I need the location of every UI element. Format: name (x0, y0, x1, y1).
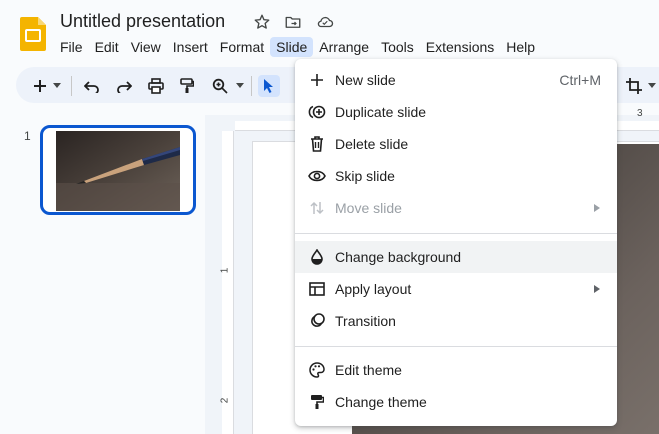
menu-item-label: New slide (335, 72, 396, 88)
menu-tools[interactable]: Tools (375, 37, 420, 57)
submenu-arrow-icon (593, 284, 601, 294)
submenu-arrow-icon (593, 203, 601, 213)
star-icon[interactable] (252, 12, 272, 32)
menu-item-label: Move slide (335, 200, 402, 216)
paint-format-icon[interactable] (176, 75, 198, 97)
menu-file[interactable]: File (54, 37, 89, 57)
add-icon[interactable] (29, 75, 51, 97)
menu-bar: File Edit View Insert Format Slide Arran… (54, 36, 541, 58)
transition-icon (307, 311, 327, 331)
duplicate-icon (307, 102, 327, 122)
ruler-mark: 3 (637, 108, 643, 119)
menu-item-skip-slide[interactable]: Skip slide (295, 160, 617, 192)
menu-item-change-theme[interactable]: Change theme (295, 386, 617, 418)
slide-number: 1 (24, 129, 31, 143)
layout-icon (307, 279, 327, 299)
menu-item-label: Delete slide (335, 136, 409, 152)
zoom-icon[interactable] (209, 75, 231, 97)
eye-icon (307, 166, 327, 186)
paint-roller-icon (307, 392, 327, 412)
crop-icon[interactable] (623, 75, 645, 97)
ruler-mark: 2 (219, 397, 231, 404)
menu-item-move-slide[interactable]: Move slide (295, 192, 617, 224)
cloud-saved-icon[interactable] (315, 12, 335, 32)
menu-item-new-slide[interactable]: New slide Ctrl+M (295, 64, 617, 96)
menu-item-label: Change theme (335, 394, 427, 410)
toolbar-divider (71, 76, 72, 96)
dropdown-arrow-icon[interactable] (234, 75, 246, 97)
menu-item-transition[interactable]: Transition (295, 305, 617, 337)
slides-logo[interactable] (20, 17, 46, 51)
ruler-mark: 1 (219, 267, 231, 274)
fill-drop-icon (307, 247, 327, 267)
menu-item-label: Transition (335, 313, 396, 329)
move-icon (307, 198, 327, 218)
undo-icon[interactable] (81, 75, 103, 97)
menu-item-change-background[interactable]: Change background (295, 241, 617, 273)
shortcut-hint: Ctrl+M (559, 72, 601, 88)
redo-icon[interactable] (113, 75, 135, 97)
menu-item-label: Change background (335, 249, 462, 265)
menu-view[interactable]: View (125, 37, 167, 57)
pencil-photo-thumbnail (56, 131, 180, 211)
slide-menu-dropdown: New slide Ctrl+M Duplicate slide Delete … (295, 59, 617, 426)
menu-slide[interactable]: Slide (270, 37, 314, 57)
menu-edit[interactable]: Edit (89, 37, 125, 57)
menu-item-label: Edit theme (335, 362, 402, 378)
menu-divider (295, 346, 617, 347)
menu-item-delete-slide[interactable]: Delete slide (295, 128, 617, 160)
print-icon[interactable] (145, 75, 167, 97)
move-folder-icon[interactable] (283, 12, 303, 32)
palette-icon (307, 360, 327, 380)
menu-format[interactable]: Format (214, 37, 270, 57)
menu-item-edit-theme[interactable]: Edit theme (295, 354, 617, 386)
menu-item-duplicate-slide[interactable]: Duplicate slide (295, 96, 617, 128)
menu-arrange[interactable]: Arrange (313, 37, 375, 57)
menu-help[interactable]: Help (500, 37, 541, 57)
trash-icon (307, 134, 327, 154)
select-icon[interactable] (258, 75, 280, 97)
slide-thumbnail[interactable] (40, 125, 196, 215)
menu-item-apply-layout[interactable]: Apply layout (295, 273, 617, 305)
menu-item-label: Apply layout (335, 281, 412, 297)
menu-divider (295, 233, 617, 234)
menu-item-label: Duplicate slide (335, 104, 427, 120)
menu-insert[interactable]: Insert (167, 37, 214, 57)
dropdown-arrow-icon[interactable] (646, 75, 658, 97)
menu-item-label: Skip slide (335, 168, 395, 184)
menu-extensions[interactable]: Extensions (420, 37, 500, 57)
vertical-ruler[interactable] (222, 131, 234, 434)
document-title[interactable]: Untitled presentation (60, 11, 225, 32)
toolbar-divider (251, 76, 252, 96)
dropdown-arrow-icon[interactable] (51, 75, 63, 97)
plus-icon (307, 70, 327, 90)
